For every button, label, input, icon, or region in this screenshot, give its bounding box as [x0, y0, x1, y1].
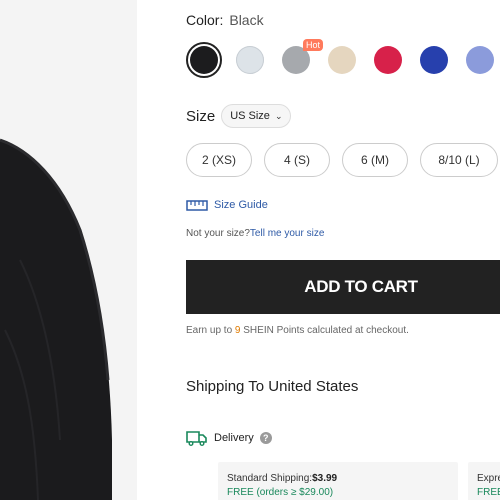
standard-shipping-line: Standard Shipping:$3.99 [227, 472, 449, 486]
size-label: Size [186, 107, 216, 125]
color-label: Color: [186, 12, 224, 28]
standard-shipping-price: $3.99 [312, 473, 338, 484]
express-shipping-name: Expre [477, 473, 500, 484]
standard-shipping-name: Standard Shipping: [227, 473, 313, 484]
add-to-cart-button[interactable]: ADD TO CART [186, 260, 500, 314]
shipping-option-standard[interactable]: Standard Shipping:$3.99 FREE (orders ≥ $… [218, 462, 458, 500]
shipping-title: Shipping To United States [186, 378, 359, 395]
size-guide-label: Size Guide [214, 199, 268, 211]
color-value: Black [229, 12, 264, 28]
product-details-panel: Color: Black Hot Size US Size ⌄ 2 (XS) 4 … [186, 0, 500, 500]
size-option-xs[interactable]: 2 (XS) [186, 143, 252, 177]
size-recommendation: Not your size?Tell me your size [186, 228, 324, 239]
product-photo[interactable] [0, 0, 137, 500]
size-option-m[interactable]: 6 (M) [342, 143, 408, 177]
points-suffix: SHEIN Points calculated at checkout. [240, 325, 409, 336]
truck-icon [186, 431, 207, 446]
standard-shipping-free: FREE (orders ≥ $29.00) [227, 487, 334, 498]
not-your-size-text: Not your size? [186, 228, 250, 239]
delivery-label: Delivery [214, 432, 254, 444]
tell-me-your-size-link[interactable]: Tell me your size [250, 228, 324, 239]
size-option-s[interactable]: 4 (S) [264, 143, 330, 177]
swatch-black[interactable] [190, 46, 218, 74]
points-prefix: Earn up to [186, 325, 235, 336]
swatch-blue[interactable] [420, 46, 448, 74]
swatch-light-gray[interactable] [236, 46, 264, 74]
product-image-garment [0, 138, 112, 500]
swatch-beige[interactable] [328, 46, 356, 74]
size-option-l[interactable]: 8/10 (L) [420, 143, 498, 177]
color-heading: Color: Black [186, 12, 264, 28]
size-guide-link[interactable]: Size Guide [186, 196, 268, 214]
size-system-select[interactable]: US Size ⌄ [221, 104, 292, 128]
size-system-value: US Size [230, 110, 270, 122]
delivery-heading: Delivery ? [186, 428, 272, 448]
swatch-red[interactable] [374, 46, 402, 74]
hot-badge: Hot [303, 39, 324, 51]
color-swatch-list: Hot [186, 39, 500, 82]
size-heading: Size US Size ⌄ [186, 103, 292, 129]
help-icon[interactable]: ? [259, 432, 272, 444]
ruler-icon [186, 200, 208, 211]
swatch-light-blue[interactable] [466, 46, 494, 74]
express-shipping-free: FREE [477, 487, 500, 498]
shipping-option-express[interactable]: Expre FREE [468, 462, 500, 500]
chevron-down-icon: ⌄ [274, 110, 283, 121]
points-info: Earn up to 9 SHEIN Points calculated at … [186, 325, 409, 336]
